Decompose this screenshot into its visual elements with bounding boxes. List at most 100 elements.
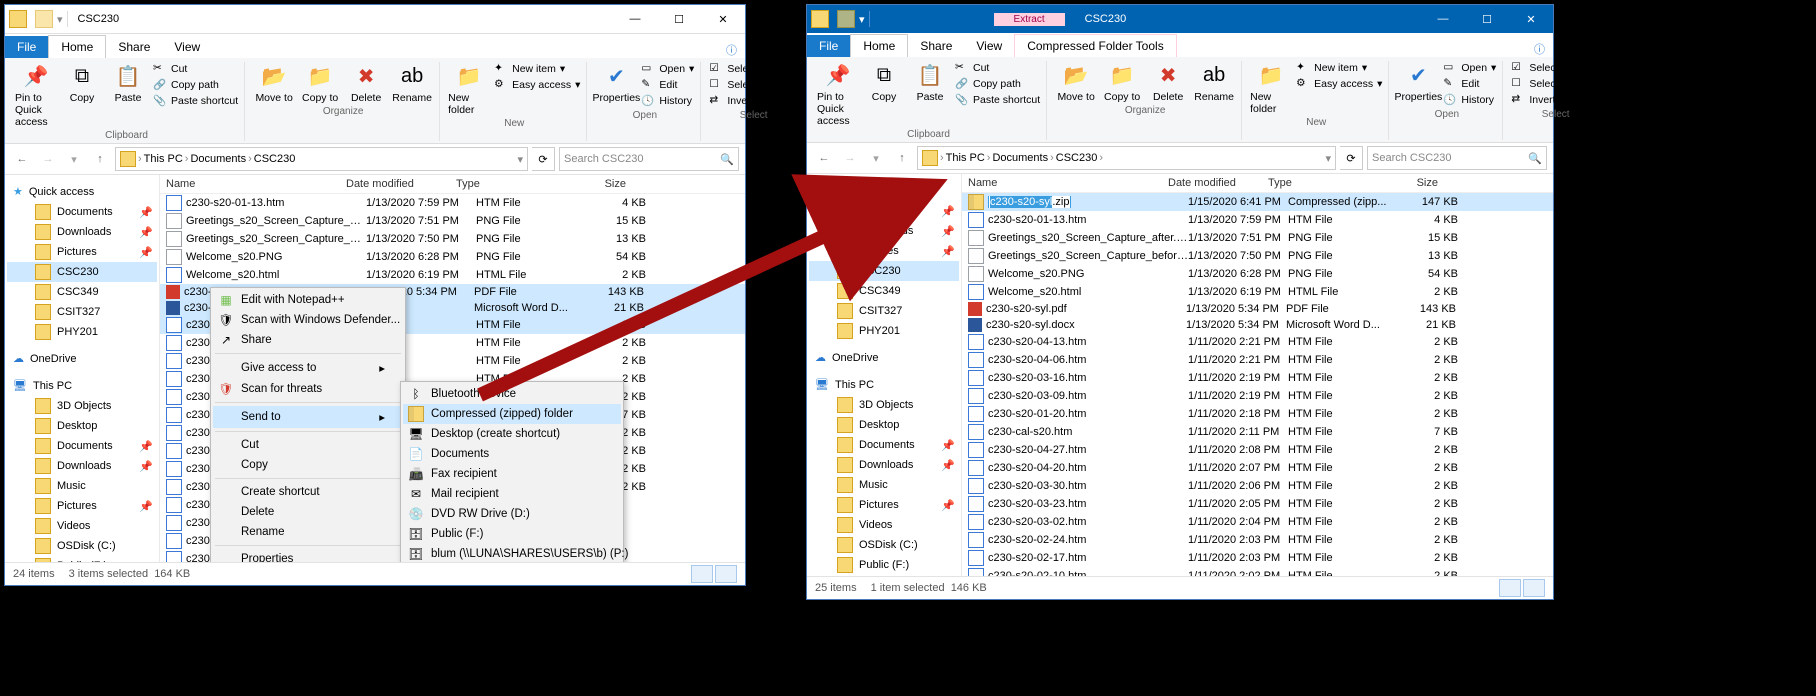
nav-item[interactable]: Music [809, 475, 959, 495]
pasteshortcut-button[interactable]: 📎Paste shortcut [955, 93, 1040, 107]
nav-item[interactable]: Downloads📌 [809, 221, 959, 241]
crumb-thispc[interactable]: This PC [144, 153, 183, 165]
invertselection-button[interactable]: ⇄Invert selection [1511, 93, 1600, 107]
menu-send-to[interactable]: Send to▸ [213, 406, 403, 428]
file-row[interactable]: c230-s20-syl.pdf1/13/2020 5:34 PMPDF Fil… [962, 301, 1553, 317]
menu-properties[interactable]: Properties [213, 549, 403, 562]
sendto-mail[interactable]: ✉Mail recipient [403, 484, 621, 504]
col-name[interactable]: Name [166, 178, 346, 190]
minimize-button[interactable]: — [1421, 5, 1465, 33]
titlebar[interactable]: ▾ Extract CSC230 — ☐ ✕ [807, 5, 1553, 33]
menu-windows-defender[interactable]: 🛡Scan with Windows Defender... [213, 310, 403, 330]
nav-item[interactable]: Pictures📌 [809, 495, 959, 515]
file-row[interactable]: Greetings_s20_Screen_Capture_before.PNG1… [160, 230, 745, 248]
nav-item[interactable]: Documents📌 [809, 201, 959, 221]
back-button[interactable]: ← [813, 147, 835, 169]
maximize-button[interactable]: ☐ [1465, 5, 1509, 33]
selectall-button[interactable]: ☑Select all [1511, 61, 1600, 75]
copyto-button[interactable]: 📁Copy to [299, 62, 341, 104]
refresh-button[interactable]: ⟳ [532, 147, 555, 171]
help-icon[interactable]: ⓘ [1526, 41, 1553, 57]
menu-copy[interactable]: Copy [213, 455, 403, 475]
delete-button[interactable]: ✖Delete [345, 62, 387, 104]
easyaccess-button[interactable]: ⚙Easy access ▾ [494, 78, 580, 92]
nav-onedrive[interactable]: ☁OneDrive [809, 347, 959, 368]
nav-item[interactable]: PHY201 [809, 321, 959, 341]
sendto-documents[interactable]: 📄Documents [403, 444, 621, 464]
pasteshortcut-button[interactable]: 📎Paste shortcut [153, 94, 238, 108]
invertselection-button[interactable]: ⇄Invert selection [709, 94, 798, 108]
file-row[interactable]: c230-s20-syl.docx1/13/2020 5:34 PMMicros… [962, 317, 1553, 333]
file-row[interactable]: c230-s20-syl.zip1/15/2020 6:41 PMCompres… [962, 193, 1553, 211]
copypath-button[interactable]: 🔗Copy path [153, 78, 238, 92]
sendto-fax[interactable]: 📠Fax recipient [403, 464, 621, 484]
breadcrumb[interactable]: › This PC› Documents› CSC230 ▾ [115, 147, 528, 171]
file-row[interactable]: Greetings_s20_Screen_Capture_after.PNG1/… [160, 212, 745, 230]
cut-button[interactable]: ✂Cut [955, 61, 1040, 75]
copy-button[interactable]: ⧉Copy [863, 61, 905, 103]
up-button[interactable]: ↑ [89, 148, 111, 170]
edit-button[interactable]: ✎Edit [1443, 77, 1496, 91]
crumb-csc230[interactable]: CSC230 [254, 153, 296, 165]
crumb-thispc[interactable]: This PC [946, 152, 985, 164]
copyto-button[interactable]: 📁Copy to [1101, 61, 1143, 103]
newitem-button[interactable]: ✦New item ▾ [1296, 61, 1382, 75]
file-row[interactable]: c230-s20-03-30.htm1/11/2020 2:06 PMHTM F… [962, 477, 1553, 495]
help-icon[interactable]: ⓘ [718, 42, 745, 58]
search-input[interactable]: Search CSC230🔍 [1367, 146, 1547, 170]
nav-quickaccess[interactable]: ★Quick access [7, 181, 157, 202]
newfolder-button[interactable]: 📁New folder [448, 62, 490, 116]
file-row[interactable]: c230-s20-01-20.htm1/11/2020 2:18 PMHTM F… [962, 405, 1553, 423]
details-view-button[interactable] [1499, 579, 1521, 597]
nav-thispc[interactable]: 🖥This PC [809, 374, 959, 395]
properties-button[interactable]: ✔Properties [1397, 61, 1439, 103]
menu-scan-threats[interactable]: 🛡Scan for threats [213, 379, 403, 399]
sendto-desktop[interactable]: 🖥Desktop (create shortcut) [403, 424, 621, 444]
close-button[interactable]: ✕ [1509, 5, 1553, 33]
newfolder-button[interactable]: 📁New folder [1250, 61, 1292, 115]
menu-create-shortcut[interactable]: Create shortcut [213, 482, 403, 502]
icons-view-button[interactable] [715, 565, 737, 583]
nav-item[interactable]: Documents📌 [809, 435, 959, 455]
nav-item[interactable]: Videos [809, 515, 959, 535]
sendto-network-share[interactable]: 🗄blum (\\LUNA\SHARES\USERS\b) (P:) [403, 544, 621, 562]
menu-edit-notepadpp[interactable]: ▦Edit with Notepad++ [213, 290, 403, 310]
file-row[interactable]: Welcome_s20.PNG1/13/2020 6:28 PMPNG File… [160, 248, 745, 266]
nav-item[interactable]: Desktop [809, 415, 959, 435]
nav-item[interactable]: CSC230 [809, 261, 959, 281]
col-date[interactable]: Date modified [1168, 177, 1268, 189]
delete-button[interactable]: ✖Delete [1147, 61, 1189, 103]
sendto-public[interactable]: 🗄Public (F:) [403, 524, 621, 544]
paste-button[interactable]: 📋Paste [909, 61, 951, 103]
minimize-button[interactable]: — [613, 5, 657, 33]
menu-share[interactable]: ↗Share [213, 330, 403, 350]
nav-item[interactable]: Pictures📌 [7, 496, 157, 516]
col-size[interactable]: Size [566, 178, 626, 190]
nav-item[interactable]: 3D Objects [7, 396, 157, 416]
icons-view-button[interactable] [1523, 579, 1545, 597]
nav-item[interactable]: PHY201 [7, 322, 157, 342]
moveto-button[interactable]: 📂Move to [253, 62, 295, 104]
file-row[interactable]: c230-s20-01-13.htm1/13/2020 7:59 PMHTM F… [160, 194, 745, 212]
nav-item[interactable]: OSDisk (C:) [7, 536, 157, 556]
col-type[interactable]: Type [456, 178, 566, 190]
col-size[interactable]: Size [1378, 177, 1438, 189]
crumb-documents[interactable]: Documents [190, 153, 246, 165]
col-name[interactable]: Name [968, 177, 1168, 189]
nav-item[interactable]: OSDisk (C:) [809, 535, 959, 555]
tab-share[interactable]: Share [106, 36, 162, 58]
nav-item[interactable]: Pictures📌 [809, 241, 959, 261]
file-row[interactable]: c230-s20-01-13.htm1/13/2020 7:59 PMHTM F… [962, 211, 1553, 229]
file-row[interactable]: c230-cal-s20.htm1/11/2020 2:11 PMHTM Fil… [962, 423, 1553, 441]
maximize-button[interactable]: ☐ [657, 5, 701, 33]
file-row[interactable]: Welcome_s20.html1/13/2020 6:19 PMHTML Fi… [962, 283, 1553, 301]
file-row[interactable]: Welcome_s20.PNG1/13/2020 6:28 PMPNG File… [962, 265, 1553, 283]
nav-item[interactable]: Downloads📌 [809, 455, 959, 475]
selectnone-button[interactable]: ☐Select none [1511, 77, 1600, 91]
forward-button[interactable]: → [37, 148, 59, 170]
refresh-button[interactable]: ⟳ [1340, 146, 1363, 170]
properties-button[interactable]: ✔Properties [595, 62, 637, 104]
file-row[interactable]: c230-s20-02-17.htm1/11/2020 2:03 PMHTM F… [962, 549, 1553, 567]
file-row[interactable]: Greetings_s20_Screen_Capture_before.PNG1… [962, 247, 1553, 265]
copy-button[interactable]: ⧉Copy [61, 62, 103, 104]
